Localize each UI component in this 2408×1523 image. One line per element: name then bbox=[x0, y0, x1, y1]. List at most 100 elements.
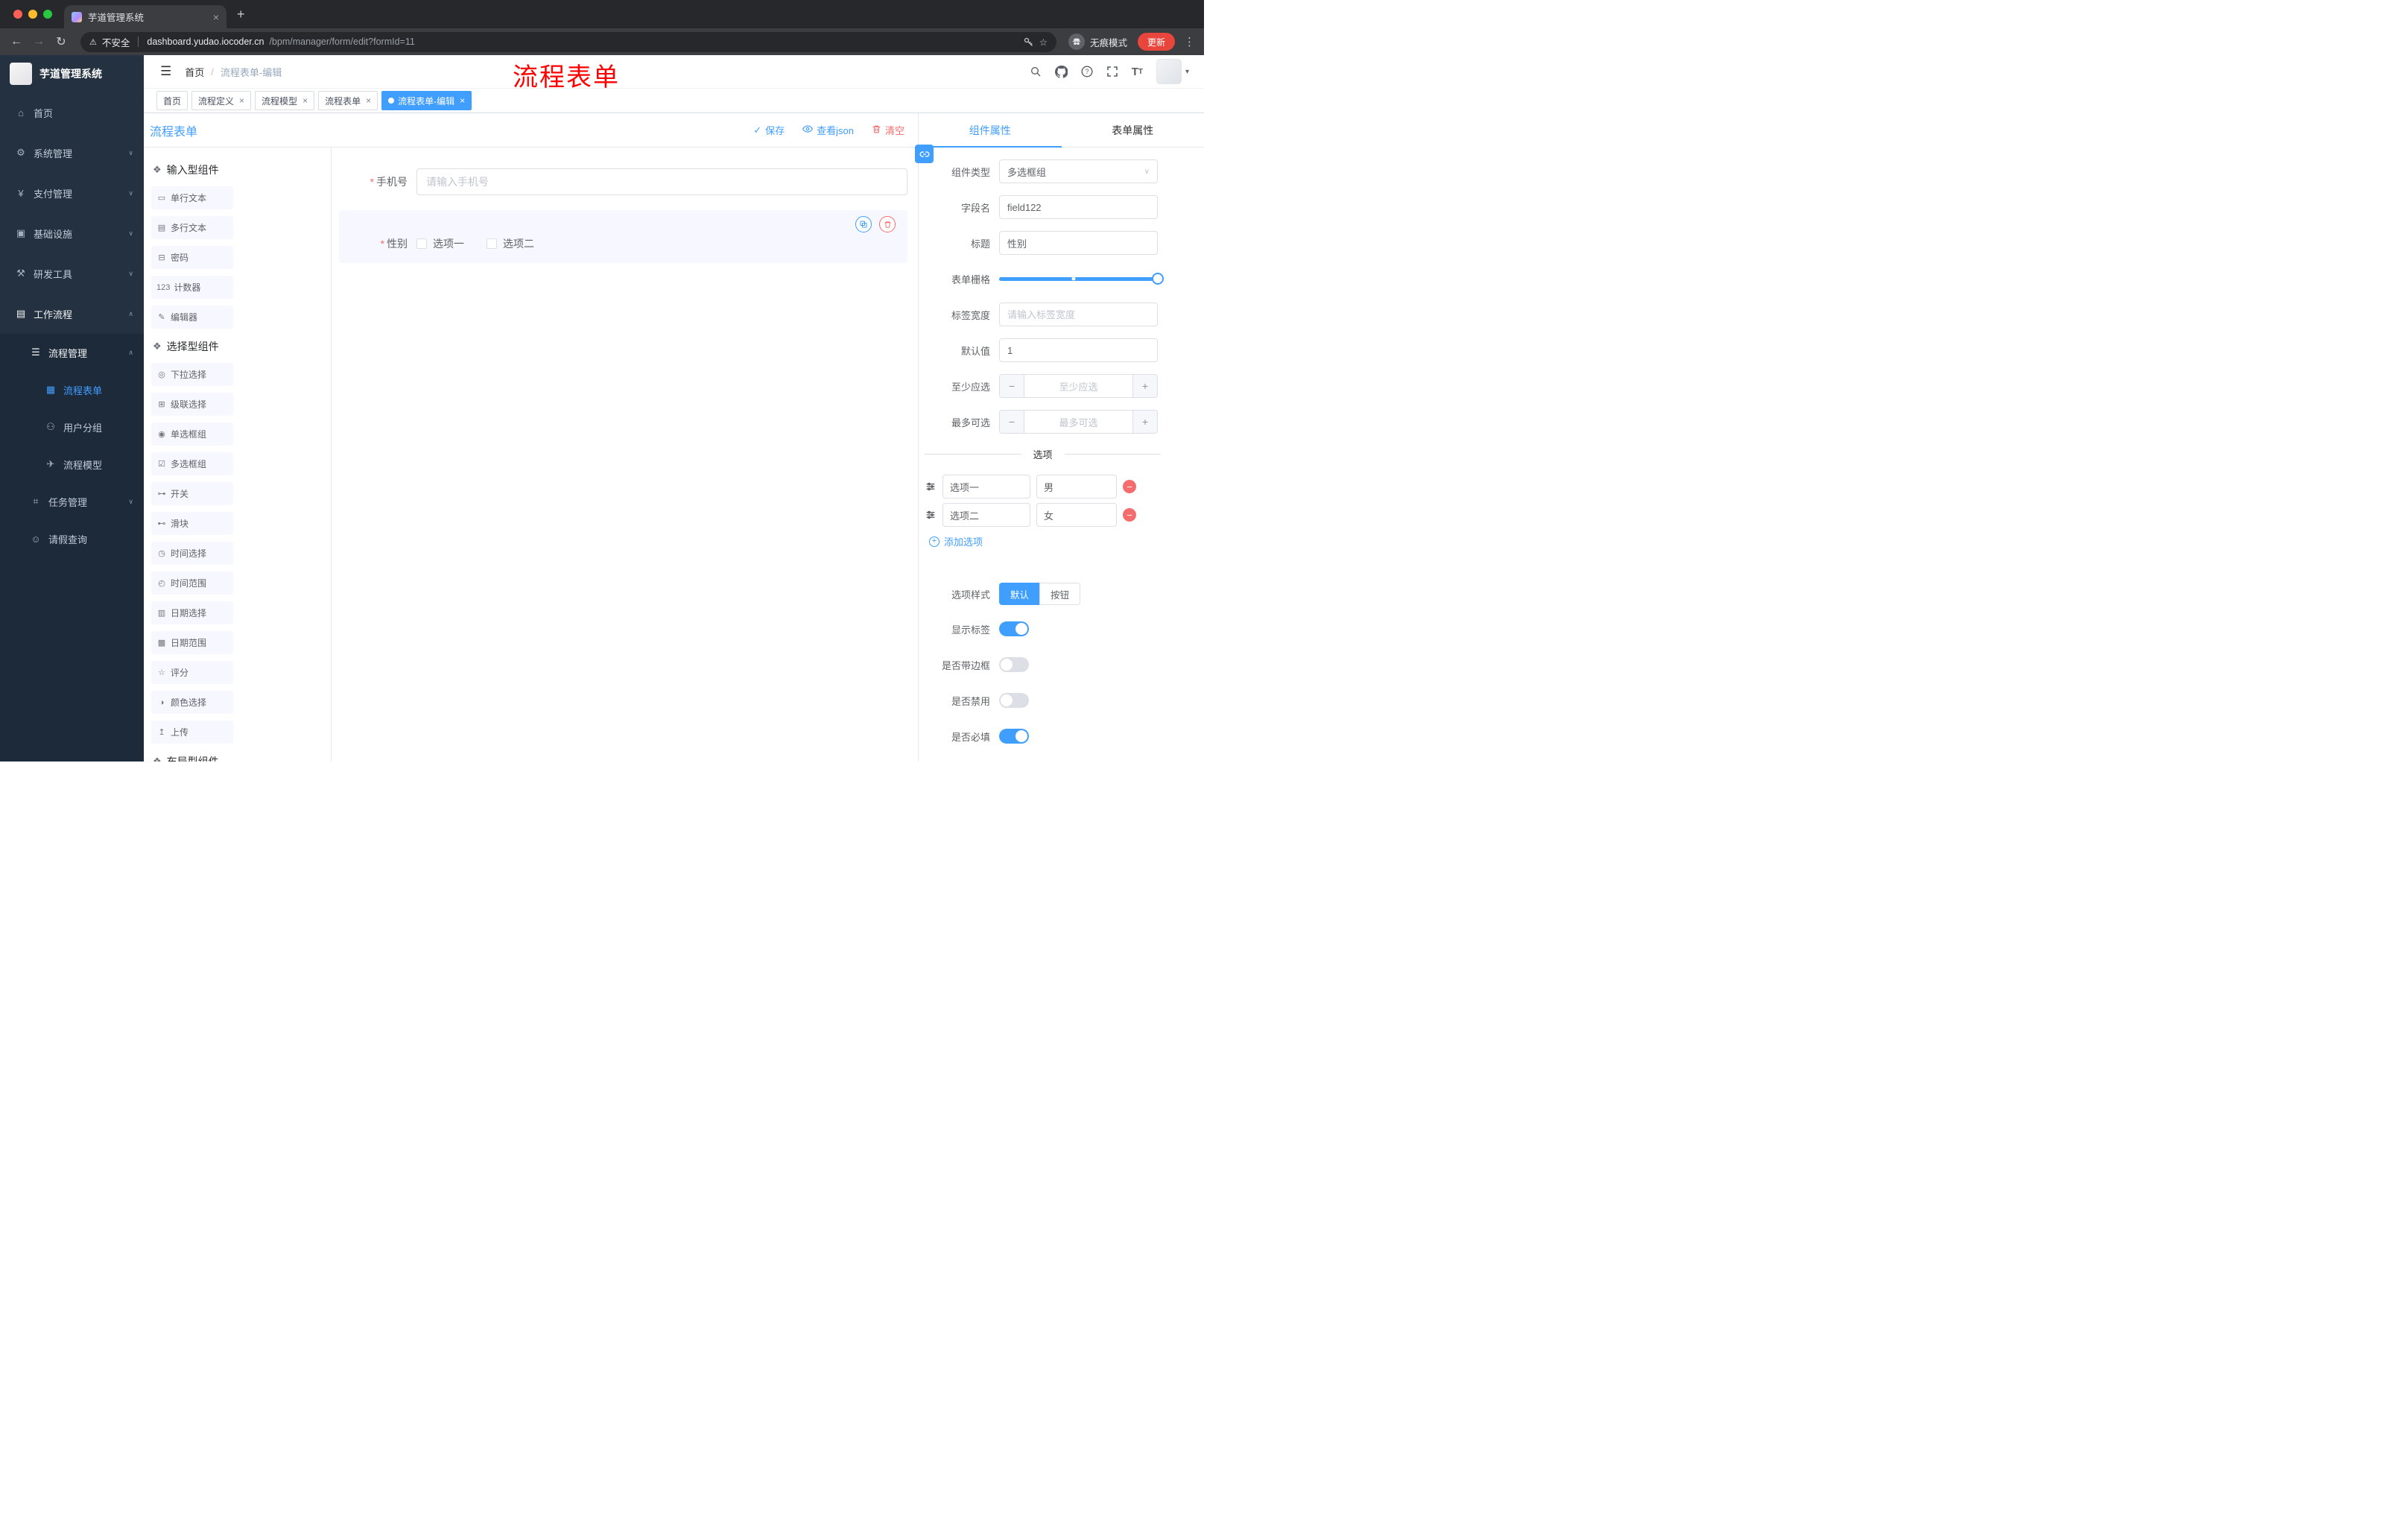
title-input[interactable] bbox=[999, 231, 1158, 255]
tab-process-form-edit[interactable]: 流程表单-编辑 × bbox=[381, 91, 472, 110]
palette-item[interactable]: ⊶ 开关 bbox=[151, 482, 233, 505]
github-icon[interactable] bbox=[1054, 65, 1068, 78]
address-bar[interactable]: ⚠ 不安全 dashboard.yudao.iocoder.cn /bpm/ma… bbox=[80, 31, 1056, 52]
minimize-window-button[interactable] bbox=[28, 10, 37, 19]
tab-home[interactable]: 首页 bbox=[156, 91, 188, 110]
tab-component-props[interactable]: 组件属性 bbox=[919, 113, 1062, 148]
sidebar-item-devtools[interactable]: ⚒ 研发工具 ∨ bbox=[0, 253, 144, 294]
option-value-input[interactable] bbox=[1036, 475, 1117, 498]
grid-slider[interactable] bbox=[999, 267, 1164, 291]
palette-item[interactable]: ◑ 颜色选择 bbox=[151, 691, 233, 714]
fullscreen-icon[interactable] bbox=[1106, 66, 1118, 77]
palette-item[interactable]: ⊞ 级联选择 bbox=[151, 393, 233, 416]
user-menu[interactable]: ▾ bbox=[1156, 59, 1189, 84]
palette-item[interactable]: ▭ 单行文本 bbox=[151, 186, 233, 209]
palette-item[interactable]: ◷ 时间选择 bbox=[151, 542, 233, 565]
plus-button[interactable]: + bbox=[1133, 375, 1157, 397]
font-size-icon[interactable]: TT bbox=[1132, 66, 1143, 78]
drag-handle-icon[interactable] bbox=[925, 481, 937, 493]
tab-process-definition[interactable]: 流程定义 × bbox=[191, 91, 252, 110]
add-option-button[interactable]: + 添加选项 bbox=[929, 534, 1158, 548]
palette-item[interactable]: ◎ 下拉选择 bbox=[151, 363, 233, 386]
min-select-value[interactable]: 至少应选 bbox=[1024, 375, 1133, 397]
forward-button[interactable]: → bbox=[31, 35, 46, 48]
palette-item[interactable]: ▩ 日期范围 bbox=[151, 631, 233, 654]
sidebar-item-home[interactable]: ⌂ 首页 bbox=[0, 92, 144, 133]
palette-item[interactable]: ☆ 评分 bbox=[151, 661, 233, 684]
app-logo[interactable]: 芋道管理系统 bbox=[0, 55, 144, 92]
palette-item[interactable]: ☑ 多选框组 bbox=[151, 452, 233, 475]
view-json-button[interactable]: 查看json bbox=[802, 123, 854, 137]
save-button[interactable]: ✓ 保存 bbox=[753, 123, 785, 137]
minus-button[interactable]: − bbox=[1000, 375, 1024, 397]
phone-input[interactable] bbox=[416, 168, 907, 195]
palette-item[interactable]: ◉ 单选框组 bbox=[151, 422, 233, 446]
max-select-value[interactable]: 最多可选 bbox=[1024, 411, 1133, 433]
field-name-input[interactable] bbox=[999, 195, 1158, 219]
close-icon[interactable]: × bbox=[460, 95, 465, 106]
new-tab-button[interactable]: + bbox=[237, 7, 245, 22]
component-type-select[interactable]: 多选框组 ∨ bbox=[999, 159, 1158, 183]
remove-option-button[interactable]: − bbox=[1123, 508, 1136, 522]
sidebar-item-process-management[interactable]: ☰ 流程管理 ∧ bbox=[0, 334, 144, 371]
search-icon[interactable] bbox=[1030, 66, 1042, 77]
back-button[interactable]: ← bbox=[9, 35, 24, 48]
palette-item[interactable]: ⊟ 密码 bbox=[151, 246, 233, 269]
close-icon[interactable]: × bbox=[239, 95, 244, 106]
option-name-input[interactable] bbox=[942, 475, 1030, 498]
sidebar-item-user-group[interactable]: ⚇ 用户分组 bbox=[0, 408, 144, 446]
incognito-profile-chip[interactable]: 无痕模式 bbox=[1068, 34, 1127, 50]
disabled-toggle[interactable] bbox=[999, 693, 1029, 708]
collapse-sidebar-icon[interactable]: ☰ bbox=[160, 64, 171, 79]
option-value-input[interactable] bbox=[1036, 503, 1117, 527]
sidebar-item-process-model[interactable]: ✈ 流程模型 bbox=[0, 446, 144, 483]
palette-item[interactable]: ✎ 编辑器 bbox=[151, 305, 233, 329]
tab-process-form[interactable]: 流程表单 × bbox=[318, 91, 378, 110]
tab-form-props[interactable]: 表单属性 bbox=[1062, 113, 1205, 147]
required-toggle[interactable] bbox=[999, 729, 1029, 744]
close-icon[interactable]: × bbox=[302, 95, 308, 106]
plus-button[interactable]: + bbox=[1133, 411, 1157, 433]
bookmark-star-icon[interactable]: ☆ bbox=[1039, 37, 1048, 48]
style-default-button[interactable]: 默认 bbox=[999, 583, 1040, 605]
slider-handle[interactable] bbox=[1152, 273, 1164, 285]
palette-item[interactable]: ▥ 日期选择 bbox=[151, 601, 233, 624]
minus-button[interactable]: − bbox=[1000, 411, 1024, 433]
help-icon[interactable]: ? bbox=[1081, 66, 1093, 77]
show-label-toggle[interactable] bbox=[999, 621, 1029, 636]
option-name-input[interactable] bbox=[942, 503, 1030, 527]
gender-field-item[interactable]: * 性别 选项一 选项二 bbox=[339, 210, 907, 263]
breadcrumb-home[interactable]: 首页 bbox=[185, 65, 204, 79]
tab-process-model[interactable]: 流程模型 × bbox=[255, 91, 315, 110]
default-value-input[interactable] bbox=[999, 338, 1158, 362]
palette-item[interactable]: ⊷ 滑块 bbox=[151, 512, 233, 535]
sidebar-item-workflow[interactable]: ▤ 工作流程 ∧ bbox=[0, 294, 144, 334]
reload-button[interactable]: ↻ bbox=[54, 34, 69, 49]
delete-component-button[interactable] bbox=[879, 216, 896, 232]
sidebar-item-task-management[interactable]: ⌗ 任务管理 ∨ bbox=[0, 483, 144, 520]
sidebar-item-process-form[interactable]: ▦ 流程表单 bbox=[0, 371, 144, 408]
close-window-button[interactable] bbox=[13, 10, 22, 19]
remove-option-button[interactable]: − bbox=[1123, 480, 1136, 493]
link-icon[interactable] bbox=[915, 145, 934, 163]
palette-item[interactable]: ↥ 上传 bbox=[151, 721, 233, 744]
option-one-checkbox[interactable]: 选项一 bbox=[416, 236, 464, 251]
copy-component-button[interactable] bbox=[855, 216, 872, 232]
border-toggle[interactable] bbox=[999, 657, 1029, 672]
sidebar-item-system[interactable]: ⚙ 系统管理 ∨ bbox=[0, 133, 144, 173]
password-key-icon[interactable] bbox=[1023, 37, 1034, 48]
security-warning-icon[interactable]: ⚠ bbox=[89, 37, 97, 47]
sidebar-item-leave-query[interactable]: ☺ 请假查询 bbox=[0, 520, 144, 557]
style-button-button[interactable]: 按钮 bbox=[1039, 583, 1081, 605]
update-button[interactable]: 更新 bbox=[1137, 33, 1175, 51]
palette-item[interactable]: 123 计数器 bbox=[151, 276, 233, 299]
close-icon[interactable]: × bbox=[366, 95, 371, 106]
clear-button[interactable]: 清空 bbox=[872, 123, 904, 137]
sidebar-item-infrastructure[interactable]: ▣ 基础设施 ∨ bbox=[0, 213, 144, 253]
sidebar-item-payment[interactable]: ¥ 支付管理 ∨ bbox=[0, 173, 144, 213]
tab-close-icon[interactable]: × bbox=[213, 11, 219, 23]
palette-item[interactable]: ▤ 多行文本 bbox=[151, 216, 233, 239]
browser-menu-icon[interactable]: ⋮ bbox=[1184, 35, 1195, 48]
phone-field-item[interactable]: * 手机号 bbox=[339, 161, 907, 203]
drag-handle-icon[interactable] bbox=[925, 509, 937, 521]
